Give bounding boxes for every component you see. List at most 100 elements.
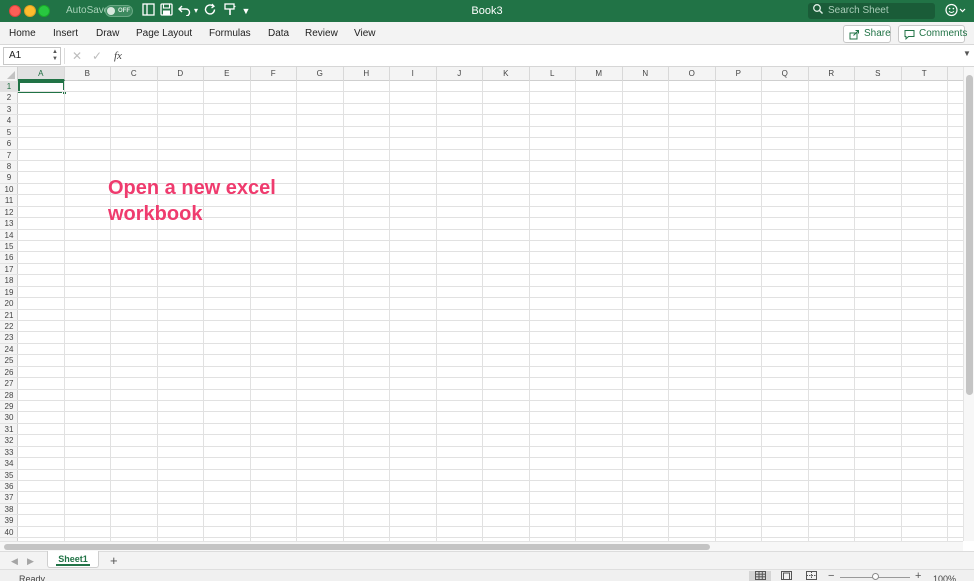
row-header-30[interactable]: 30 — [0, 412, 18, 424]
sidebar-toggle-icon[interactable] — [141, 3, 155, 19]
column-header-e[interactable]: E — [204, 67, 251, 81]
row-header-1[interactable]: 1 — [0, 81, 18, 93]
expand-formula-bar-icon[interactable]: ▼ — [963, 49, 971, 58]
column-header-k[interactable]: K — [483, 67, 530, 81]
row-header-20[interactable]: 20 — [0, 298, 18, 310]
zoom-slider-knob[interactable] — [872, 573, 879, 580]
tab-review[interactable]: Review — [305, 22, 338, 45]
row-header-28[interactable]: 28 — [0, 390, 18, 402]
vertical-scroll-thumb[interactable] — [966, 75, 973, 395]
row-header-5[interactable]: 5 — [0, 127, 18, 139]
row-header-33[interactable]: 33 — [0, 447, 18, 459]
close-window-button[interactable] — [9, 5, 21, 17]
column-header-i[interactable]: I — [390, 67, 437, 81]
row-header-26[interactable]: 26 — [0, 367, 18, 379]
save-icon[interactable] — [159, 3, 173, 19]
select-all-button[interactable] — [0, 67, 18, 81]
row-header-36[interactable]: 36 — [0, 481, 18, 493]
tab-draw[interactable]: Draw — [96, 22, 119, 45]
feedback-smiley-icon[interactable] — [945, 3, 967, 21]
column-header-l[interactable]: L — [530, 67, 576, 81]
row-header-14[interactable]: 14 — [0, 230, 18, 241]
column-header-b[interactable]: B — [65, 67, 111, 81]
cancel-entry-icon[interactable]: ✕ — [72, 48, 82, 64]
column-header-m[interactable]: M — [576, 67, 623, 81]
row-header-16[interactable]: 16 — [0, 252, 18, 264]
column-header-o[interactable]: O — [669, 67, 716, 81]
name-box[interactable]: A1 ▲ ▼ — [3, 47, 61, 65]
row-header-11[interactable]: 11 — [0, 195, 18, 207]
row-header-2[interactable]: 2 — [0, 92, 18, 104]
row-header-6[interactable]: 6 — [0, 138, 18, 150]
page-break-view-button[interactable] — [800, 571, 822, 581]
format-painter-icon[interactable] — [222, 3, 236, 19]
column-header-a[interactable]: A — [18, 67, 65, 81]
row-header-18[interactable]: 18 — [0, 275, 18, 287]
tab-home[interactable]: Home — [9, 22, 36, 45]
row-header-34[interactable]: 34 — [0, 458, 18, 470]
previous-sheet-icon[interactable]: ◀ — [11, 555, 18, 567]
formula-input[interactable] — [130, 47, 960, 65]
maximize-window-button[interactable] — [38, 5, 50, 17]
column-header-j[interactable]: J — [437, 67, 483, 81]
sheet-tab-sheet1[interactable]: Sheet1 — [47, 551, 99, 568]
row-header-21[interactable]: 21 — [0, 310, 18, 322]
undo-icon[interactable] — [177, 3, 191, 19]
customize-toolbar-icon[interactable]: ▼ — [241, 3, 251, 19]
worksheet-grid[interactable]: ABCDEFGHIJKLMNOPQRST 1 2 3 4 5 6 7 8 9 10 11 12 13 14… — [0, 67, 974, 541]
column-header-h[interactable]: H — [344, 67, 390, 81]
row-header-32[interactable]: 32 — [0, 435, 18, 447]
column-header-p[interactable]: P — [716, 67, 762, 81]
row-header-40[interactable]: 40 — [0, 527, 18, 539]
vertical-scrollbar[interactable] — [963, 67, 974, 541]
tab-page-layout[interactable]: Page Layout — [136, 22, 192, 45]
column-header-g[interactable]: G — [297, 67, 344, 81]
column-header-f[interactable]: F — [251, 67, 297, 81]
search-sheet-input[interactable]: Search Sheet — [808, 3, 935, 19]
row-header-29[interactable]: 29 — [0, 401, 18, 413]
normal-view-button[interactable] — [749, 571, 771, 581]
name-box-stepper-icon[interactable]: ▲ ▼ — [52, 49, 58, 63]
row-header-15[interactable]: 15 — [0, 241, 18, 253]
row-header-38[interactable]: 38 — [0, 504, 18, 516]
add-sheet-button[interactable]: + — [110, 553, 118, 568]
row-header-4[interactable]: 4 — [0, 115, 18, 127]
zoom-out-icon[interactable]: − — [828, 570, 834, 581]
row-header-8[interactable]: 8 — [0, 161, 18, 173]
redo-icon[interactable] — [203, 3, 217, 19]
zoom-in-icon[interactable]: + — [915, 570, 921, 581]
row-header-13[interactable]: 13 — [0, 218, 18, 230]
row-header-22[interactable]: 22 — [0, 321, 18, 333]
row-header-9[interactable]: 9 — [0, 172, 18, 184]
row-header-37[interactable]: 37 — [0, 492, 18, 504]
column-header-n[interactable]: N — [623, 67, 669, 81]
undo-dropdown-icon[interactable]: ▾ — [192, 3, 200, 19]
next-sheet-icon[interactable]: ▶ — [27, 555, 34, 567]
row-header-23[interactable]: 23 — [0, 332, 18, 344]
share-button[interactable]: Share — [843, 25, 891, 43]
row-header-27[interactable]: 27 — [0, 378, 18, 390]
insert-function-button[interactable]: fx — [114, 48, 122, 64]
column-header-d[interactable]: D — [158, 67, 204, 81]
row-header-7[interactable]: 7 — [0, 150, 18, 161]
comments-button[interactable]: Comments — [898, 25, 967, 43]
row-header-17[interactable]: 17 — [0, 264, 18, 276]
autosave-toggle[interactable]: OFF — [105, 5, 133, 17]
column-header-c[interactable]: C — [111, 67, 158, 81]
row-header-35[interactable]: 35 — [0, 470, 18, 482]
row-header-3[interactable]: 3 — [0, 104, 18, 116]
column-header-s[interactable]: S — [855, 67, 902, 81]
column-header-q[interactable]: Q — [762, 67, 809, 81]
minimize-window-button[interactable] — [24, 5, 36, 17]
column-header-r[interactable]: R — [809, 67, 855, 81]
column-header-t[interactable]: T — [902, 67, 948, 81]
row-header-31[interactable]: 31 — [0, 424, 18, 436]
horizontal-scrollbar[interactable] — [0, 541, 963, 551]
page-layout-view-button[interactable] — [775, 571, 797, 581]
tab-insert[interactable]: Insert — [53, 22, 78, 45]
confirm-entry-icon[interactable]: ✓ — [92, 48, 102, 64]
row-header-10[interactable]: 10 — [0, 184, 18, 196]
cell-area[interactable] — [18, 81, 964, 541]
tab-formulas[interactable]: Formulas — [209, 22, 251, 45]
row-header-19[interactable]: 19 — [0, 287, 18, 299]
